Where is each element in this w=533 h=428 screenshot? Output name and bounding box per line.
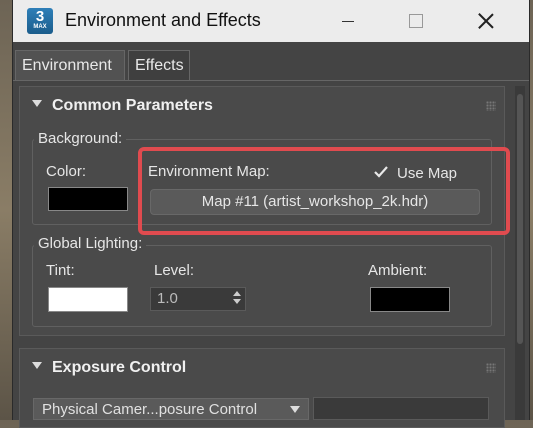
rollout-grip-icon[interactable] bbox=[486, 363, 496, 373]
level-spinner[interactable]: 1.0 bbox=[150, 287, 246, 311]
global-lighting-group bbox=[32, 245, 492, 327]
rollout-grip-icon[interactable] bbox=[486, 101, 496, 111]
level-label: Level: bbox=[154, 262, 195, 279]
ambient-label: Ambient: bbox=[368, 262, 428, 279]
tab-effects[interactable]: Effects bbox=[128, 50, 190, 80]
collapse-triangle-icon bbox=[32, 362, 42, 370]
tint-color-swatch[interactable] bbox=[48, 287, 128, 312]
global-lighting-label: Global Lighting: bbox=[34, 235, 147, 252]
chevron-down-icon bbox=[290, 406, 300, 413]
environment-effects-window: 3 MAX Environment and Effects Environmen… bbox=[12, 0, 530, 428]
ambient-color-swatch[interactable] bbox=[370, 287, 450, 312]
background-label: Background: bbox=[34, 130, 127, 147]
scrollbar-thumb[interactable] bbox=[517, 94, 523, 344]
exposure-control-header[interactable]: Exposure Control bbox=[32, 359, 186, 377]
maximize-button[interactable] bbox=[393, 0, 439, 42]
collapse-triangle-icon bbox=[32, 100, 42, 108]
rollout-panel: Common Parameters Background: Color: Env… bbox=[19, 86, 505, 428]
spinner-arrows-icon[interactable] bbox=[233, 291, 241, 307]
scrollbar[interactable] bbox=[515, 86, 525, 420]
exposure-control-dropdown[interactable]: Physical Camer...posure Control bbox=[33, 398, 309, 420]
minimize-icon bbox=[342, 20, 354, 22]
minimize-button[interactable] bbox=[325, 0, 371, 42]
3dsmax-app-icon: 3 MAX bbox=[27, 8, 53, 34]
exposure-preview-box[interactable] bbox=[313, 397, 489, 420]
window-title: Environment and Effects bbox=[65, 10, 261, 30]
color-label: Color: bbox=[46, 163, 87, 180]
close-icon bbox=[478, 13, 494, 29]
exposure-dropdown-value: Physical Camer...posure Control bbox=[42, 401, 258, 418]
close-button[interactable] bbox=[463, 0, 509, 42]
title-bar[interactable]: 3 MAX Environment and Effects bbox=[13, 0, 529, 42]
tab-divider bbox=[13, 80, 529, 81]
maximize-icon bbox=[409, 14, 423, 28]
common-parameters-header[interactable]: Common Parameters bbox=[32, 97, 213, 115]
level-value: 1.0 bbox=[157, 290, 178, 307]
annotation-highlight-box bbox=[138, 147, 510, 235]
tab-environment[interactable]: Environment bbox=[15, 50, 125, 80]
tint-label: Tint: bbox=[46, 262, 75, 279]
background-color-swatch[interactable] bbox=[48, 187, 128, 211]
